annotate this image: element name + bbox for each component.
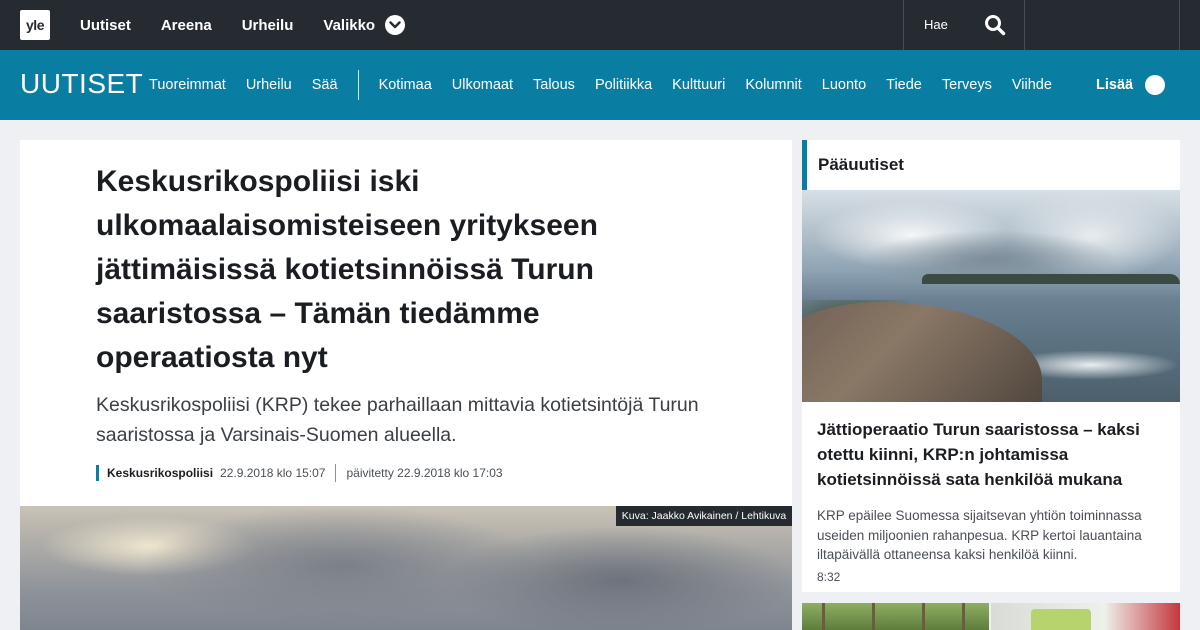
meta-divider <box>335 464 337 482</box>
nav-talous[interactable]: Talous <box>533 77 575 93</box>
menu-button[interactable]: Valikko <box>323 15 406 35</box>
article-category-link[interactable]: Keskusrikospoliisi <box>107 466 213 480</box>
category-marker <box>96 465 99 481</box>
search-icon <box>984 14 1006 41</box>
top-nav-urheilu[interactable]: Urheilu <box>242 17 294 34</box>
nav-ulkomaat[interactable]: Ulkomaat <box>452 77 513 93</box>
more-button[interactable]: Lisää <box>1096 50 1166 120</box>
top-story-image[interactable] <box>802 190 1180 402</box>
nav-viihde[interactable]: Viihde <box>1012 77 1052 93</box>
yle-logo[interactable]: yle <box>20 10 50 40</box>
top-nav-areena[interactable]: Areena <box>161 17 212 34</box>
nav-tuoreimmat[interactable]: Tuoreimmat <box>149 77 226 93</box>
top-bar: yle Uutiset Areena Urheilu Valikko Hae <box>0 0 1200 50</box>
image-credit: Kuva: Jaakko Avikainen / Lehtikuva <box>616 506 792 526</box>
updated-time: päivitetty 22.9.2018 klo 17:03 <box>346 466 503 480</box>
nav-kotimaa[interactable]: Kotimaa <box>379 77 432 93</box>
next-story-image-2[interactable] <box>991 603 1180 630</box>
nav-urheilu[interactable]: Urheilu <box>246 77 292 93</box>
article-lead: Keskusrikospoliisi (KRP) tekee parhailla… <box>96 394 699 446</box>
nav-terveys[interactable]: Terveys <box>942 77 992 93</box>
section-nav-bar: UUTISET Tuoreimmat Urheilu Sää Kotimaa U… <box>0 50 1200 120</box>
chevron-down-icon <box>385 15 406 35</box>
main-article: Keskusrikospoliisi iski ulkomaalaisomist… <box>20 140 792 506</box>
nav-kulttuuri[interactable]: Kulttuuri <box>672 77 725 93</box>
top-news-heading: Pääuutiset <box>802 140 1180 190</box>
nav-politiikka[interactable]: Politiikka <box>595 77 652 93</box>
menu-label: Valikko <box>323 16 376 34</box>
nav-luonto[interactable]: Luonto <box>822 77 866 93</box>
top-story-summary: KRP epäilee Suomessa sijaitsevan yhtiön … <box>817 508 1142 562</box>
top-news-title: Pääuutiset <box>818 155 904 174</box>
top-story-time: 8:32 <box>817 570 841 584</box>
published-time: 22.9.2018 klo 15:07 <box>220 466 326 480</box>
article-headline: Keskusrikospoliisi iski ulkomaalaisomist… <box>96 165 598 374</box>
top-story-headline[interactable]: Jättioperaatio Turun saaristossa – kaksi… <box>817 417 1162 492</box>
nav-kolumnit[interactable]: Kolumnit <box>745 77 801 93</box>
nav-separator <box>357 70 359 100</box>
more-label: Lisää <box>1096 77 1134 93</box>
article-meta: Keskusrikospoliisi 22.9.2018 klo 15:07 p… <box>96 464 503 482</box>
search-button[interactable]: Hae <box>903 0 1025 50</box>
heading-accent <box>802 140 807 190</box>
top-nav: Uutiset Areena Urheilu Valikko <box>80 0 406 50</box>
search-label: Hae <box>924 17 948 32</box>
section-nav: Tuoreimmat Urheilu Sää Kotimaa Ulkomaat … <box>149 50 1072 120</box>
nav-tiede[interactable]: Tiede <box>886 77 922 93</box>
top-nav-uutiset[interactable]: Uutiset <box>80 17 131 34</box>
more-toggle-icon <box>1145 75 1166 95</box>
nav-saa[interactable]: Sää <box>312 77 338 93</box>
top-story-card[interactable]: Jättioperaatio Turun saaristossa – kaksi… <box>802 402 1180 592</box>
uutiset-logo[interactable]: UUTISET <box>20 69 143 99</box>
divider <box>1179 0 1180 50</box>
next-story-image[interactable] <box>802 603 989 630</box>
